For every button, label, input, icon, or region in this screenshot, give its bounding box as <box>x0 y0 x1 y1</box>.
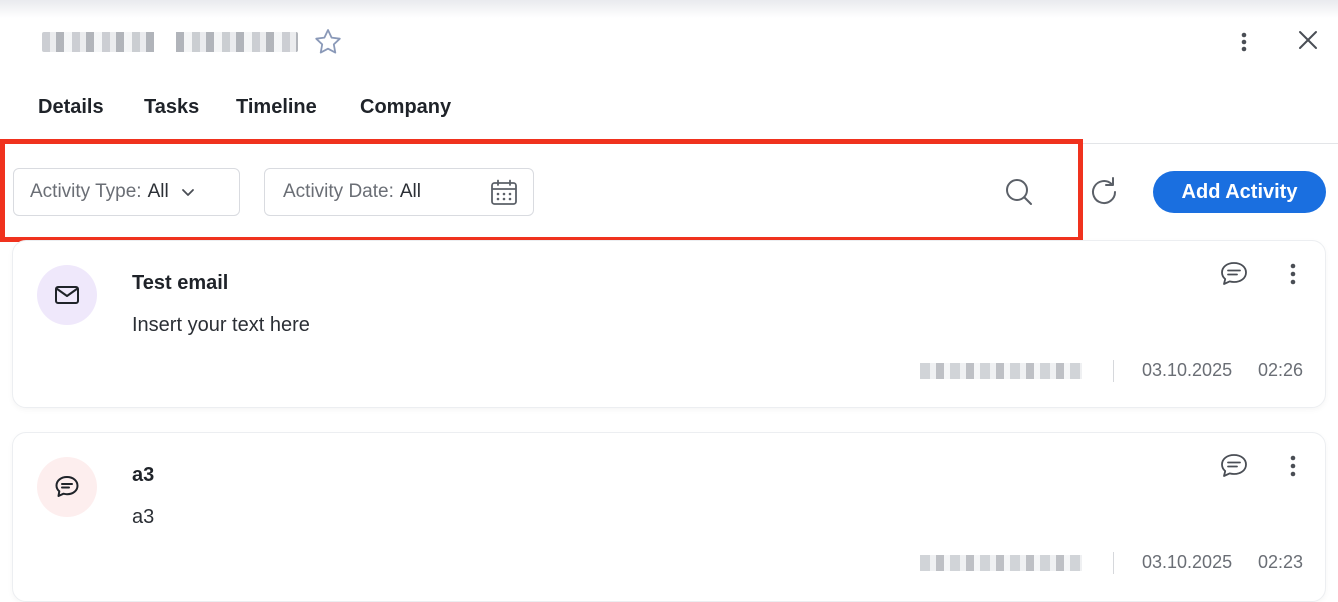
chevron-down-icon <box>179 183 197 201</box>
activity-title: Test email <box>132 272 229 294</box>
comment-icon <box>37 457 97 517</box>
tab-timeline[interactable]: Timeline <box>236 96 317 119</box>
comment-icon[interactable] <box>1217 257 1251 291</box>
tab-company[interactable]: Company <box>360 96 451 119</box>
activity-date: 03.10.2025 <box>1142 360 1233 380</box>
activity-title: a3 <box>132 464 155 486</box>
calendar-icon[interactable] <box>489 178 519 208</box>
activity-date-filter[interactable]: Activity Date: All <box>264 168 534 216</box>
activity-date: 03.10.2025 <box>1142 552 1233 572</box>
more-vertical-icon[interactable] <box>1230 28 1258 56</box>
comment-icon[interactable] <box>1217 449 1251 483</box>
more-vertical-icon[interactable] <box>1281 259 1305 289</box>
meta-divider <box>1113 552 1114 574</box>
close-icon[interactable] <box>1294 26 1322 54</box>
tab-details[interactable]: Details <box>38 96 104 119</box>
record-header <box>0 22 1338 62</box>
window-top-shade <box>0 0 1338 18</box>
activity-date-label: Activity Date: <box>283 181 394 202</box>
activity-type-value: All <box>147 181 169 202</box>
activity-body: a3 <box>132 506 155 528</box>
activity-author-redacted <box>920 363 1082 379</box>
activity-date-value: All <box>399 181 421 202</box>
record-name-redacted <box>42 32 298 52</box>
meta-divider <box>1113 360 1114 382</box>
search-icon[interactable] <box>1000 173 1038 211</box>
refresh-icon[interactable] <box>1084 173 1124 213</box>
activity-body: Insert your text here <box>132 314 310 336</box>
activity-type-filter[interactable]: Activity Type: All <box>13 168 240 216</box>
tab-bar: Details Tasks Timeline Company <box>0 88 1338 144</box>
activity-card[interactable]: a3 a3 03.10.2025 02:23 <box>12 432 1326 602</box>
mail-icon <box>37 265 97 325</box>
activity-type-label: Activity Type: <box>30 181 142 202</box>
more-vertical-icon[interactable] <box>1281 451 1305 481</box>
activity-time: 02:26 <box>1258 360 1304 380</box>
tab-tasks[interactable]: Tasks <box>144 96 199 119</box>
activity-card[interactable]: Test email Insert your text here 03.10.2… <box>12 240 1326 408</box>
add-activity-button[interactable]: Add Activity <box>1153 171 1326 213</box>
activity-author-redacted <box>920 555 1082 571</box>
activity-time: 02:23 <box>1258 552 1304 572</box>
star-icon[interactable] <box>312 26 344 58</box>
